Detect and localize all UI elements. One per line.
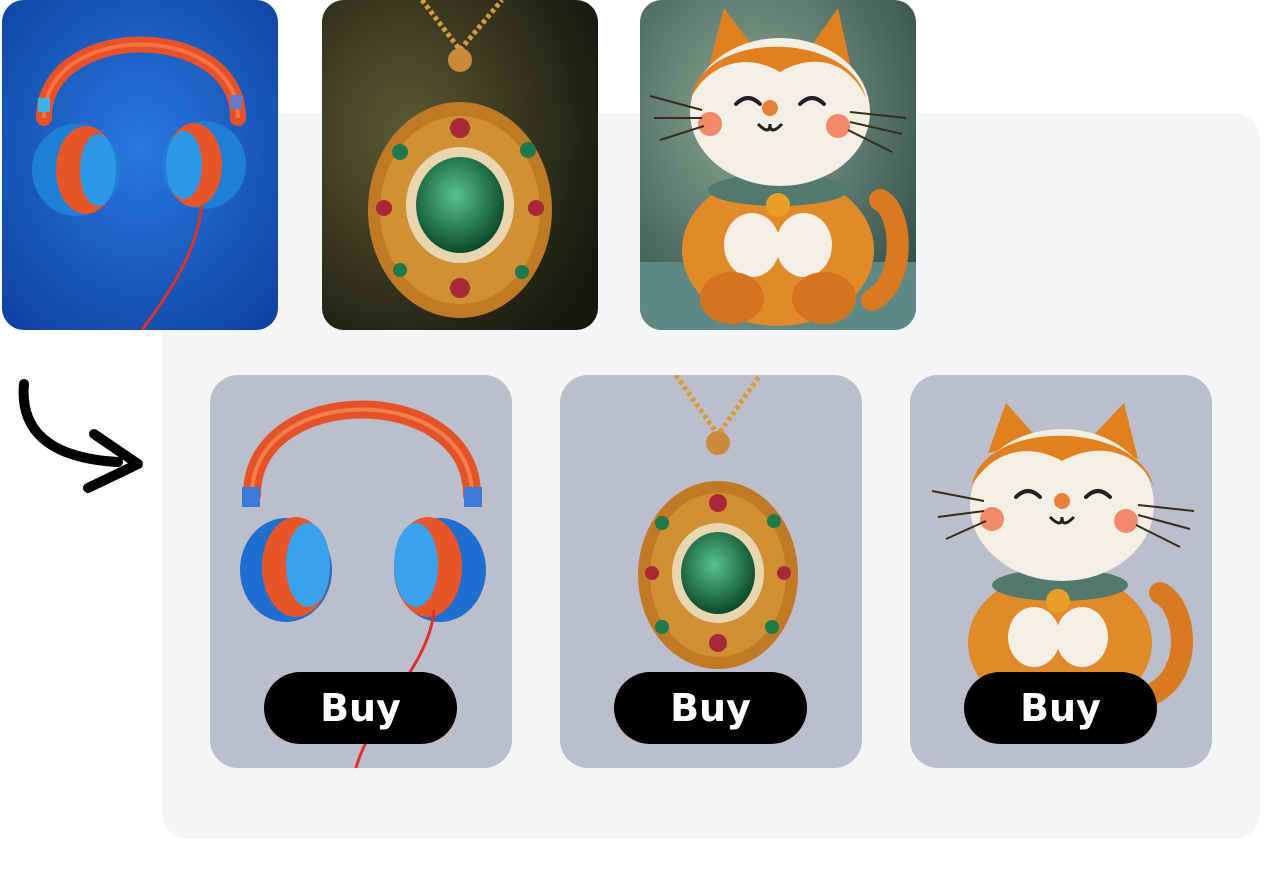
pendant-photo (322, 0, 598, 330)
product-card-pendant: Buy (560, 375, 862, 768)
curved-arrow-icon (18, 379, 143, 493)
product-card-felt-cat: Buy (910, 375, 1212, 768)
headphones-photo (2, 0, 278, 330)
buy-button-felt-cat[interactable]: Buy (964, 672, 1157, 744)
felt-cat-photo (640, 0, 916, 330)
buy-button-headphones[interactable]: Buy (264, 672, 457, 744)
product-card-headphones: Buy (210, 375, 512, 768)
buy-button-pendant[interactable]: Buy (614, 672, 807, 744)
